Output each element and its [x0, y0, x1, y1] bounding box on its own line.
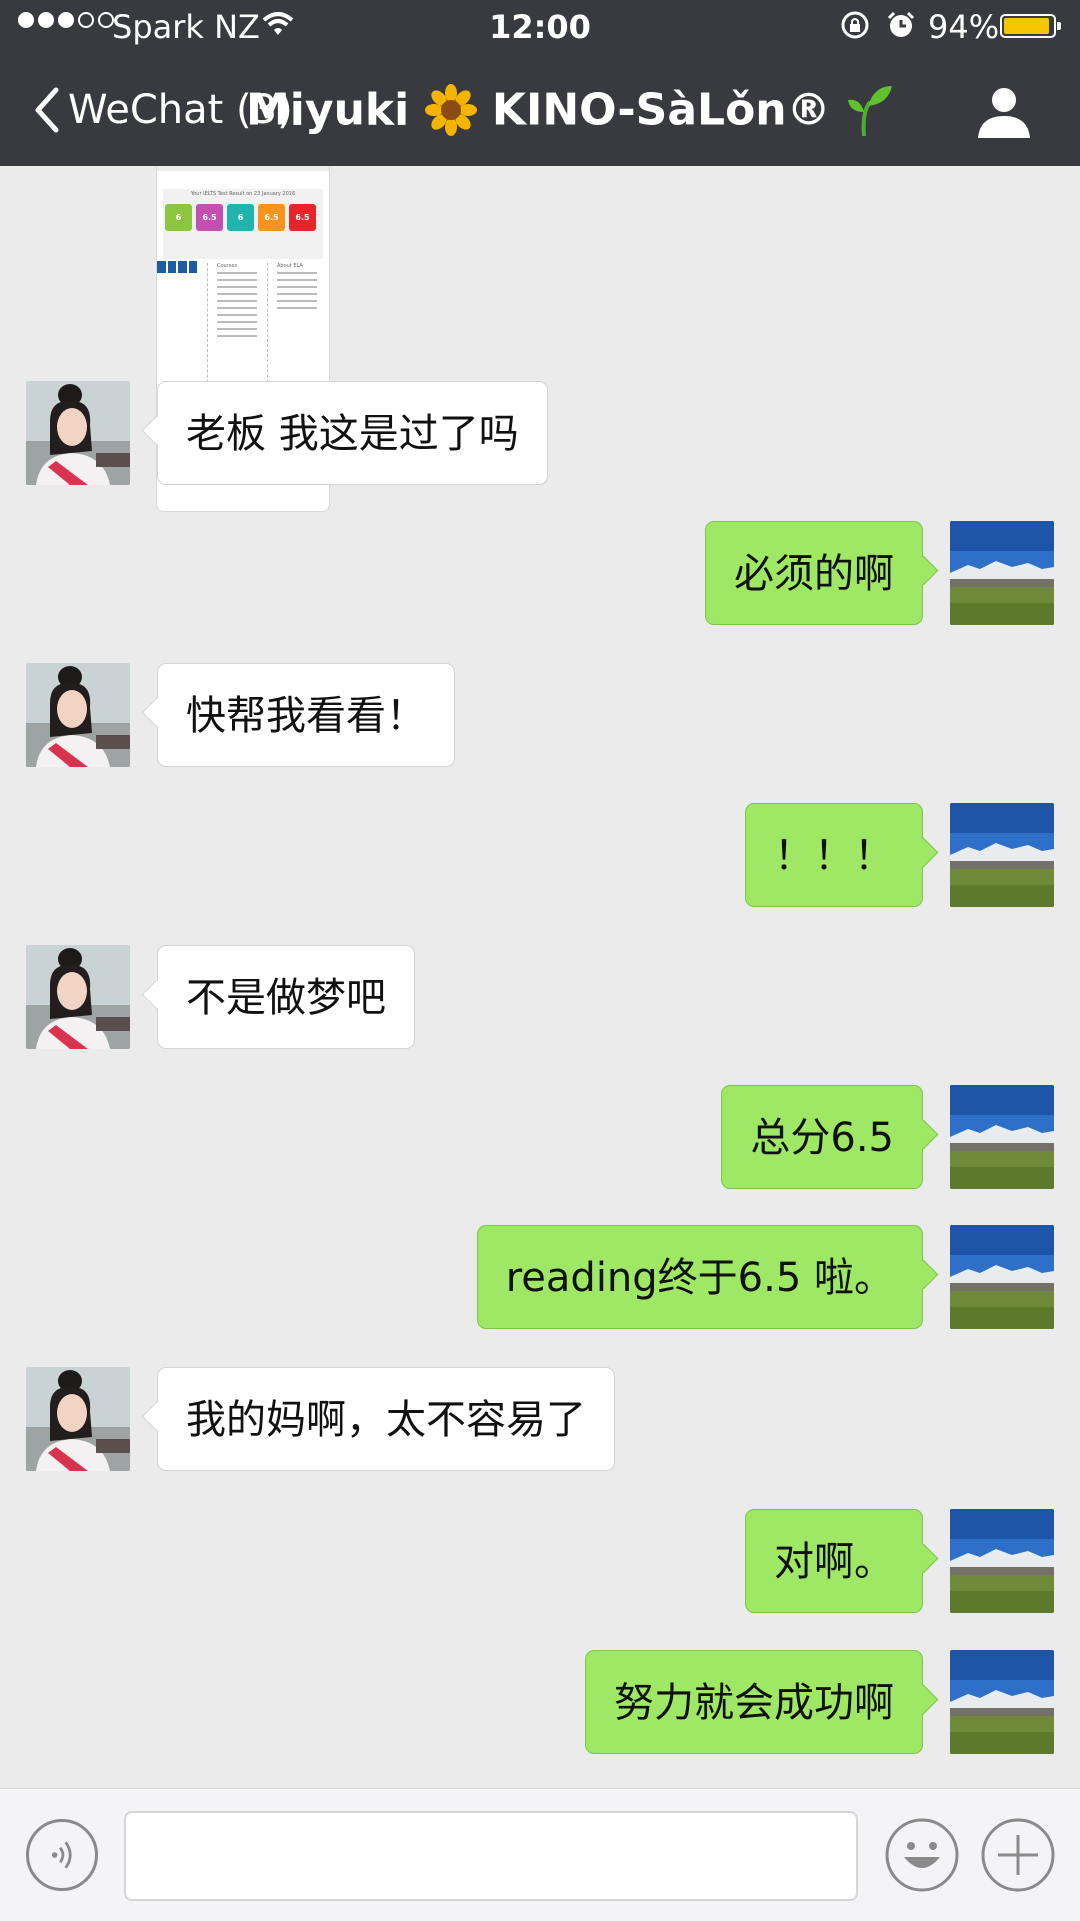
column-heading: About ELA: [277, 263, 303, 269]
battery-percent: 94%: [928, 8, 1000, 46]
sent-message-bubble[interactable]: reading终于6.5 啦。: [476, 1225, 923, 1329]
person-icon[interactable]: [974, 82, 1034, 142]
top-bar: Spark NZ 12:00 94% WeChat (3) Miyuki KIN…: [0, 0, 1080, 166]
title-suffix: KINO-SàLǒn®: [491, 84, 831, 136]
message-row: 努力就会成功啊: [0, 1650, 1080, 1754]
message-row: reading终于6.5 啦。: [0, 1225, 1080, 1329]
contact-avatar[interactable]: [26, 381, 130, 485]
my-avatar[interactable]: [950, 521, 1054, 625]
ela-logo: [157, 261, 197, 275]
title-prefix: Miyuki: [246, 84, 410, 136]
received-message-bubble[interactable]: 快帮我看看！: [157, 663, 455, 767]
emoji-icon[interactable]: [884, 1817, 960, 1893]
about-column: About ELA: [277, 263, 317, 314]
chevron-left-icon: [35, 87, 59, 133]
sunflower-icon: [424, 84, 477, 136]
chat-area[interactable]: Your IELTS Test Result on 23 January 201…: [0, 166, 1080, 1788]
courses-column: Courses: [217, 263, 257, 342]
contact-avatar[interactable]: [26, 1367, 130, 1471]
message-row: 必须的啊: [0, 521, 1080, 625]
score-tile: 6.5: [196, 204, 223, 231]
received-message-bubble[interactable]: 不是做梦吧: [157, 945, 415, 1049]
my-avatar[interactable]: [950, 1085, 1054, 1189]
clock: 12:00: [489, 8, 591, 46]
sent-message-bubble[interactable]: 必须的啊: [705, 521, 923, 625]
seedling-icon: [847, 86, 892, 137]
my-avatar[interactable]: [950, 1225, 1054, 1329]
navigation-bar: WeChat (3) Miyuki KINO-SàLǒn®: [0, 54, 1080, 166]
score-tile: 6: [165, 204, 192, 231]
input-bar: [0, 1788, 1080, 1921]
message-input[interactable]: [124, 1811, 858, 1901]
sent-message-bubble[interactable]: ！！！: [745, 803, 923, 907]
orientation-lock-icon: [841, 11, 869, 39]
message-row: 不是做梦吧: [0, 945, 1080, 1049]
column-heading: Courses: [217, 263, 238, 269]
battery-icon: [1000, 14, 1061, 38]
message-row: 老板 我这是过了吗: [0, 381, 1080, 485]
message-row: 对啊。: [0, 1509, 1080, 1613]
received-message-bubble[interactable]: 老板 我这是过了吗: [157, 381, 548, 485]
my-avatar[interactable]: [950, 1509, 1054, 1613]
message-row: ！！！: [0, 803, 1080, 907]
received-message-bubble[interactable]: 我的妈啊，太不容易了: [157, 1367, 615, 1471]
score-tile: 6.5: [258, 204, 285, 231]
chat-title: Miyuki KINO-SàLǒn®: [200, 82, 940, 138]
my-avatar[interactable]: [950, 1650, 1054, 1754]
status-bar: Spark NZ 12:00 94%: [0, 0, 1080, 54]
score-tile: 6: [227, 204, 254, 231]
alarm-icon: [887, 11, 915, 37]
sent-message-bubble[interactable]: 总分6.5: [721, 1085, 923, 1189]
plus-icon[interactable]: [980, 1817, 1056, 1893]
score-tile: 6.5: [289, 204, 316, 231]
sent-message-bubble[interactable]: 努力就会成功啊: [585, 1650, 923, 1754]
sent-message-bubble[interactable]: 对啊。: [745, 1509, 923, 1613]
message-row: 快帮我看看！: [0, 663, 1080, 767]
message-row: 我的妈啊，太不容易了: [0, 1367, 1080, 1471]
contact-avatar[interactable]: [26, 663, 130, 767]
voice-icon[interactable]: [26, 1819, 98, 1891]
image-header: [157, 166, 329, 171]
score-tiles: 6 6.5 6 6.5 6.5: [165, 204, 316, 231]
my-avatar[interactable]: [950, 803, 1054, 907]
result-caption: Your IELTS Test Result on 23 January 201…: [190, 191, 296, 197]
message-row: 总分6.5: [0, 1085, 1080, 1189]
contact-avatar[interactable]: [26, 945, 130, 1049]
